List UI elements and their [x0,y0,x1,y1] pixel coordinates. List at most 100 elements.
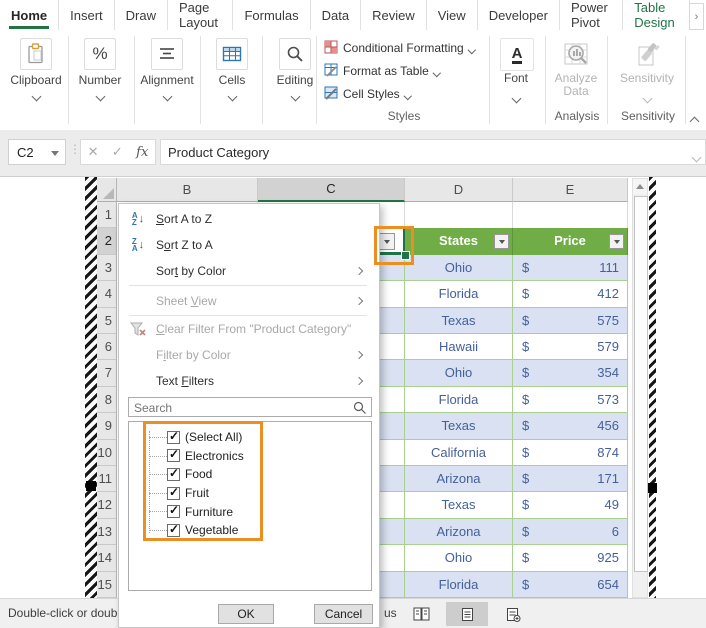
row-header-4[interactable]: 4 [97,281,117,308]
column-header-E[interactable]: E [513,178,628,202]
tab-overflow-button[interactable]: › [689,3,704,30]
row-header-10[interactable]: 10 [97,439,117,466]
cell-E1[interactable] [513,202,628,229]
row-header-3[interactable]: 3 [97,254,117,282]
menu-item-text-filters[interactable]: Text Filters [120,368,372,394]
row-header-14[interactable]: 14 [97,545,117,572]
vertical-scrollbar[interactable] [632,178,648,598]
tab-power-pivot[interactable]: Power Pivot [560,0,624,30]
table-cell-state[interactable]: Florida [405,281,513,308]
cell-D1[interactable] [405,202,513,229]
ok-button[interactable]: OK [218,604,274,624]
menu-item-clear-filter-from-product-category[interactable]: Clear Filter From "Product Category" [120,316,372,342]
column-header-B[interactable]: B [117,178,258,202]
table-cell-price[interactable]: $925 [513,545,628,572]
view-normal-button[interactable] [404,602,438,626]
price-filter-button[interactable] [609,234,624,250]
row-header-1[interactable]: 1 [97,202,117,229]
table-cell-price[interactable]: $573 [513,386,628,414]
row-header-12[interactable]: 12 [97,492,117,519]
menu-item-filter-by-color[interactable]: Filter by Color [120,342,372,368]
sensitivity-button[interactable] [631,38,665,71]
scroll-up-button[interactable] [633,179,647,194]
tab-draw[interactable]: Draw [115,0,168,30]
tab-view[interactable]: View [427,0,478,30]
ribbon-group-alignment[interactable]: Alignment [135,38,199,105]
tab-page-layout[interactable]: Page Layout [168,0,234,30]
collapse-ribbon-button[interactable] [689,112,700,130]
table-cell-state[interactable]: Texas [405,413,513,440]
table-cell-state[interactable]: Ohio [405,360,513,387]
tab-developer[interactable]: Developer [478,0,560,30]
row-header-2[interactable]: 2 [97,228,117,255]
table-cell-state[interactable]: Texas [405,307,513,334]
row-header-9[interactable]: 9 [97,413,117,440]
analyze-data-button[interactable] [560,38,594,71]
styles-item-format-as-table[interactable]: Format as Table [324,61,441,81]
menu-item-sort-by-color[interactable]: Sort by Color [120,258,372,284]
insert-function-button[interactable]: fx [136,145,148,160]
table-cell-price[interactable]: $6 [513,518,628,546]
dropdown-arrow-icon[interactable] [51,151,59,156]
marquee-handle-right[interactable] [647,483,657,493]
tab-data[interactable]: Data [311,0,362,30]
table-cell-state[interactable]: Florida [405,386,513,414]
table-cell-price[interactable]: $412 [513,281,628,308]
table-cell-state[interactable]: Texas [405,492,513,519]
row-header-7[interactable]: 7 [97,360,117,387]
table-cell-price[interactable]: $575 [513,307,628,334]
table-cell-state[interactable]: Ohio [405,254,513,282]
states-filter-button[interactable] [494,234,509,250]
view-page-layout-button[interactable] [446,602,488,626]
column-header-D[interactable]: D [405,178,513,202]
styles-item-conditional-formatting[interactable]: Conditional Formatting [324,38,476,58]
tab-table-design[interactable]: Table Design [623,0,690,30]
table-cell-price[interactable]: $874 [513,439,628,466]
ribbon-group-number[interactable]: % Number [68,38,132,105]
row-header-6[interactable]: 6 [97,334,117,361]
scrollbar-thumb[interactable] [634,196,648,572]
row-header-5[interactable]: 5 [97,307,117,334]
table-cell-price[interactable]: $579 [513,334,628,361]
table-cell-price[interactable]: $49 [513,492,628,519]
table-cell-price[interactable]: $354 [513,360,628,387]
ribbon-group-cells[interactable]: Cells [200,38,264,105]
marquee-handle-left[interactable] [86,481,96,491]
ribbon-group-clipboard[interactable]: Clipboard [4,38,68,105]
row-header-13[interactable]: 13 [97,518,117,546]
cancel-button[interactable]: Cancel [314,604,373,624]
table-cell-price[interactable]: $111 [513,254,628,282]
row-header-8[interactable]: 8 [97,386,117,414]
menu-item-sheet-view[interactable]: Sheet View [120,288,372,314]
column-header-C[interactable]: C [258,178,405,202]
formula-input[interactable]: Product Category [160,139,706,165]
select-all-corner[interactable] [97,178,117,202]
menu-item-sort-a-to-z[interactable]: A Z ↓ Sort A to Z [120,206,372,232]
table-cell-state[interactable]: Arizona [405,466,513,493]
tab-home[interactable]: Home [0,0,60,30]
tab-insert[interactable]: Insert [59,0,115,30]
tab-formulas[interactable]: Formulas [233,0,311,30]
table-cell-price[interactable]: $654 [513,571,628,598]
table-cell-price[interactable]: $456 [513,413,628,440]
search-box[interactable] [128,397,372,417]
row-header-15[interactable]: 15 [97,571,117,598]
tab-review[interactable]: Review [361,0,427,30]
enter-entry-button[interactable]: ✓ [112,144,123,160]
table-cell-price[interactable]: $171 [513,466,628,493]
cancel-entry-button[interactable]: ✕ [88,144,99,160]
table-cell-state[interactable]: Florida [405,571,513,598]
ribbon-group-editing[interactable]: Editing [263,38,327,105]
search-input[interactable] [132,399,354,417]
font-button[interactable]: A [500,38,534,71]
expand-formula-bar-icon[interactable] [691,148,702,166]
table-cell-state[interactable]: Hawaii [405,334,513,361]
table-cell-state[interactable]: Ohio [405,545,513,572]
row-header-11[interactable]: 11 [97,466,117,493]
name-box[interactable]: C2 [8,139,66,165]
table-cell-state[interactable]: Arizona [405,518,513,546]
view-page-break-button[interactable] [496,602,530,626]
menu-item-sort-z-to-a[interactable]: Z A ↓ Sort Z to A [120,232,372,258]
styles-item-cell-styles[interactable]: Cell Styles [324,84,412,104]
table-cell-state[interactable]: California [405,439,513,466]
